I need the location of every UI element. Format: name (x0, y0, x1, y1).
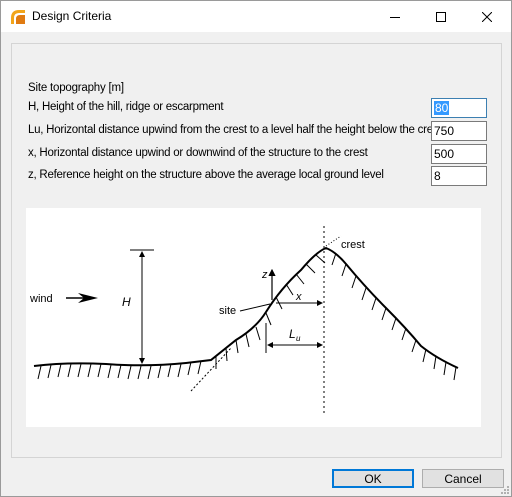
diagram-lu-subscript: u (296, 334, 301, 343)
app-logo-icon (10, 9, 26, 25)
height-input[interactable]: 80 (431, 98, 487, 118)
diagram-z-label: z (261, 269, 268, 281)
reference-height-input[interactable]: 8 (431, 166, 487, 186)
diagram-site-label: site (219, 305, 236, 317)
diagram-x-label: x (295, 291, 302, 303)
maximize-icon (436, 11, 446, 22)
title-bar[interactable]: Design Criteria (1, 1, 511, 32)
diagram-wind-label: wind (29, 293, 53, 305)
cancel-button[interactable]: Cancel (422, 469, 504, 488)
height-value: 80 (434, 101, 450, 115)
label-height: H, Height of the hill, ridge or escarpme… (28, 101, 224, 113)
close-icon (482, 11, 492, 22)
label-upwind-distance: Lu, Horizontal distance upwind from the … (28, 124, 442, 136)
maximize-button[interactable] (418, 1, 464, 32)
window-title: Design Criteria (32, 9, 112, 23)
ok-button[interactable]: OK (332, 469, 414, 488)
diagram-lu-label: L (289, 327, 296, 341)
close-button[interactable] (464, 1, 510, 32)
label-structure-distance: x, Horizontal distance upwind or downwin… (28, 147, 368, 159)
label-reference-height: z, Reference height on the structure abo… (28, 169, 384, 181)
structure-distance-input[interactable]: 500 (431, 144, 487, 164)
diagram-crest-label: crest (341, 239, 365, 251)
minimize-icon (390, 16, 400, 18)
resize-grip-icon[interactable] (499, 484, 509, 494)
section-label: Site topography [m] (28, 82, 124, 94)
upwind-distance-input[interactable]: 750 (431, 121, 487, 141)
diagram-h-label: H (122, 295, 131, 309)
topography-diagram: wind H site crest x z L u (26, 208, 481, 427)
minimize-button[interactable] (372, 1, 418, 32)
design-criteria-window: Design Criteria Site topography [m] H, H… (0, 0, 512, 497)
